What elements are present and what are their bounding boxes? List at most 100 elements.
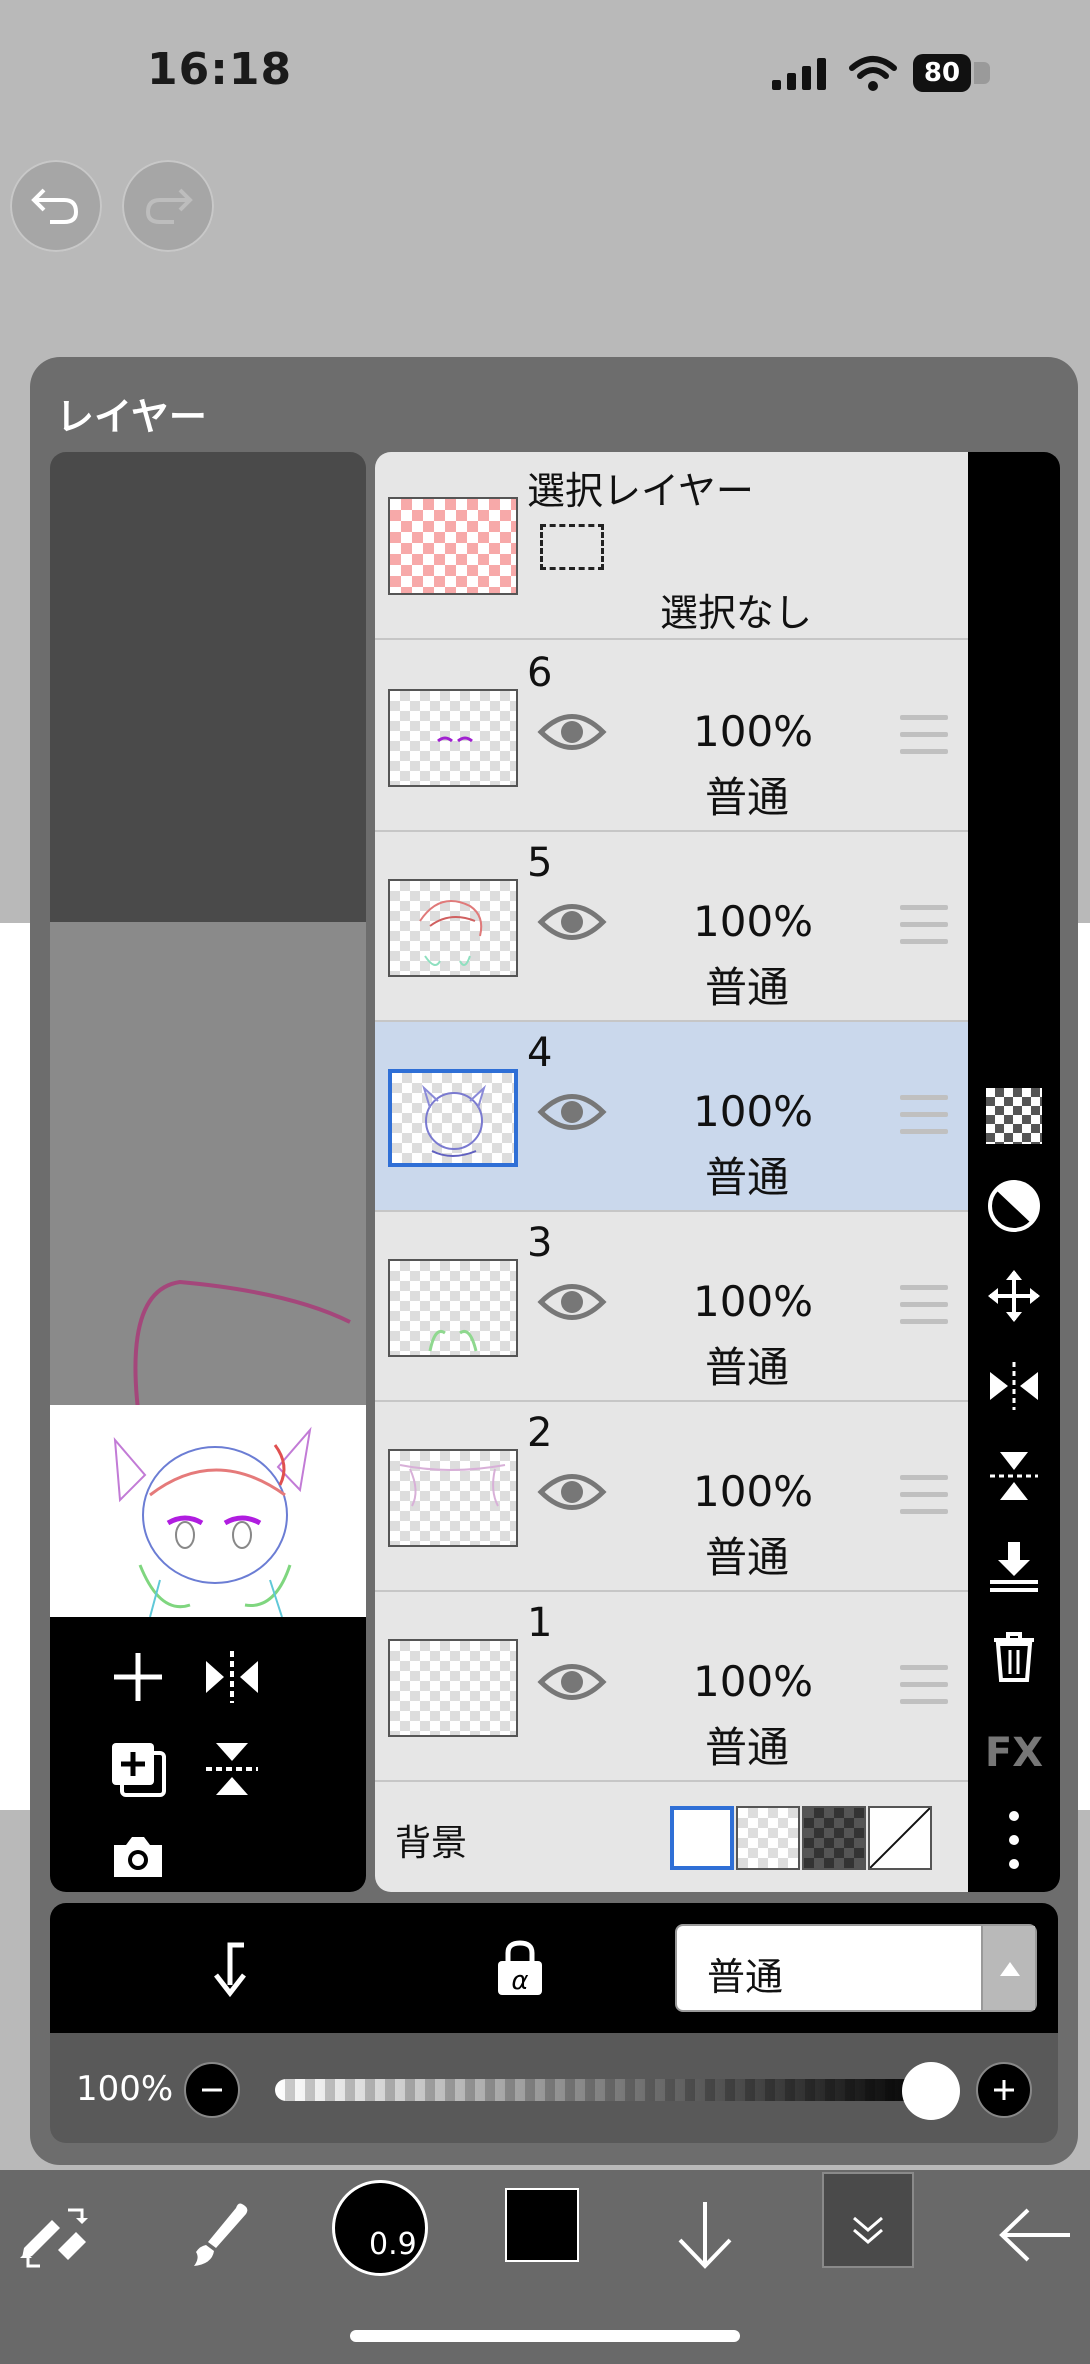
thumbnail-artwork	[113, 1426, 312, 1617]
selection-layer-thumbnail	[388, 497, 518, 595]
layer-opacity: 100%	[693, 1087, 814, 1136]
opacity-label: 100%	[76, 2069, 174, 2109]
layer-number: 5	[527, 840, 553, 886]
wifi-icon	[848, 54, 898, 92]
duplicate-layer-button[interactable]	[108, 1739, 168, 1799]
opacity-bar: 100%	[50, 2033, 1058, 2143]
blend-mode-dropdown-button[interactable]	[981, 1926, 1035, 2010]
drag-handle-icon[interactable]	[900, 1665, 948, 1709]
alpha-lock-button[interactable]: α	[490, 1939, 550, 1999]
layer-blend-mode: 普通	[705, 963, 790, 1012]
eye-icon[interactable]	[537, 1277, 607, 1327]
layer-blend-mode: 普通	[705, 773, 790, 822]
drag-handle-icon[interactable]	[900, 905, 948, 949]
layer-opacity: 100%	[693, 897, 814, 946]
home-indicator	[350, 2330, 740, 2342]
collapse-panel-button[interactable]	[822, 2172, 914, 2268]
opacity-slider-thumb[interactable]	[902, 2062, 960, 2120]
brush-icon	[194, 2203, 248, 2266]
eye-icon[interactable]	[537, 1657, 607, 1707]
plus-icon	[994, 2080, 1014, 2100]
layer-opacity: 100%	[693, 707, 814, 756]
clipping-button[interactable]	[200, 1939, 260, 1999]
canvas-thumbnail[interactable]	[50, 1405, 366, 1617]
background-checker-light-option[interactable]	[736, 1806, 800, 1870]
transparency-checker-icon[interactable]	[986, 1088, 1042, 1144]
drag-handle-icon[interactable]	[900, 1285, 948, 1329]
preview-toolbar	[50, 1617, 366, 1892]
drag-handle-icon[interactable]	[900, 715, 948, 759]
flip-vertical-icon	[206, 1743, 258, 1795]
color-swatch-button[interactable]	[505, 2188, 579, 2262]
back-button[interactable]	[990, 2190, 1080, 2280]
trash-icon[interactable]	[986, 1628, 1042, 1684]
plus-icon	[114, 1653, 162, 1701]
layer-row-selected[interactable]: 4 100% 普通	[375, 1022, 968, 1212]
redo-button[interactable]	[122, 160, 214, 252]
layer-number: 3	[527, 1220, 553, 1266]
more-icon[interactable]	[986, 1808, 1042, 1869]
triangle-up-icon	[1000, 1962, 1020, 1976]
tool-switch-button[interactable]	[10, 2190, 100, 2280]
layer-row[interactable]: 6 100% 普通	[375, 642, 968, 832]
layer-opacity: 100%	[693, 1277, 814, 1326]
background-label: 背景	[395, 1823, 468, 1864]
flip-horizontal-icon[interactable]	[986, 1358, 1042, 1414]
layer-number: 4	[527, 1030, 553, 1076]
layer-down-button[interactable]	[660, 2190, 750, 2280]
layer-blend-mode: 普通	[705, 1723, 790, 1772]
layer-row[interactable]: 1 100% 普通	[375, 1592, 968, 1782]
blend-mode-value: 普通	[707, 1955, 784, 1999]
layer-row[interactable]: 5 100% 普通	[375, 832, 968, 1022]
drag-handle-icon[interactable]	[900, 1095, 948, 1139]
camera-icon	[114, 1837, 162, 1877]
eye-icon[interactable]	[537, 1087, 607, 1137]
eye-icon[interactable]	[537, 707, 607, 757]
flip-vertical-icon[interactable]	[986, 1448, 1042, 1504]
layer-blend-mode: 普通	[705, 1153, 790, 1202]
double-chevron-down-icon	[853, 2216, 883, 2244]
blend-mode-select[interactable]: 普通	[675, 1924, 1037, 2012]
layer-tools-toolbar: FX	[968, 452, 1060, 1892]
background-white-option[interactable]	[670, 1806, 734, 1870]
background-checker-dark-option[interactable]	[802, 1806, 866, 1870]
camera-button[interactable]	[108, 1827, 168, 1887]
drag-handle-icon[interactable]	[900, 1475, 948, 1519]
arrow-left-icon	[999, 2208, 1070, 2262]
layer-thumbnail	[388, 1069, 518, 1167]
layer-thumbnail	[388, 879, 518, 977]
svg-text:α: α	[511, 1966, 528, 1996]
brush-size-value: 0.9	[369, 2227, 417, 2262]
undo-button[interactable]	[10, 160, 102, 252]
layer-number: 1	[527, 1600, 553, 1646]
layer-blend-mode: 普通	[705, 1343, 790, 1392]
selection-layer-row[interactable]: 選択レイヤー 選択なし	[375, 452, 968, 640]
move-icon[interactable]	[986, 1268, 1042, 1324]
battery-indicator: 80	[913, 54, 971, 92]
selection-marquee-icon	[540, 524, 604, 570]
copy-add-icon	[112, 1743, 166, 1797]
layer-thumbnail	[388, 1639, 518, 1737]
add-layer-button[interactable]	[108, 1647, 168, 1707]
background-none-option[interactable]	[868, 1806, 932, 1870]
opacity-increase-button[interactable]	[976, 2062, 1032, 2118]
opacity-decrease-button[interactable]	[184, 2062, 240, 2118]
brush-size-button[interactable]: 0.9	[332, 2180, 428, 2276]
layer-opacity: 100%	[693, 1657, 814, 1706]
pen-eraser-swap-icon	[20, 2208, 88, 2268]
merge-down-icon[interactable]	[986, 1538, 1042, 1594]
eye-icon[interactable]	[537, 1467, 607, 1517]
layer-number: 2	[527, 1410, 553, 1456]
brush-tool-button[interactable]	[172, 2190, 262, 2280]
layer-row[interactable]: 2 100% 普通	[375, 1402, 968, 1592]
fx-icon[interactable]: FX	[982, 1730, 1046, 1786]
flip-canvas-vertical-button[interactable]	[202, 1739, 262, 1799]
flip-canvas-horizontal-button[interactable]	[202, 1647, 262, 1707]
invert-icon[interactable]	[986, 1178, 1042, 1234]
opacity-slider-track[interactable]	[275, 2079, 935, 2101]
layer-number: 6	[527, 650, 553, 696]
layer-row[interactable]: 3 100% 普通	[375, 1212, 968, 1402]
eye-icon[interactable]	[537, 897, 607, 947]
layer-thumbnail	[388, 1259, 518, 1357]
alpha-lock-icon: α	[498, 1940, 542, 1996]
